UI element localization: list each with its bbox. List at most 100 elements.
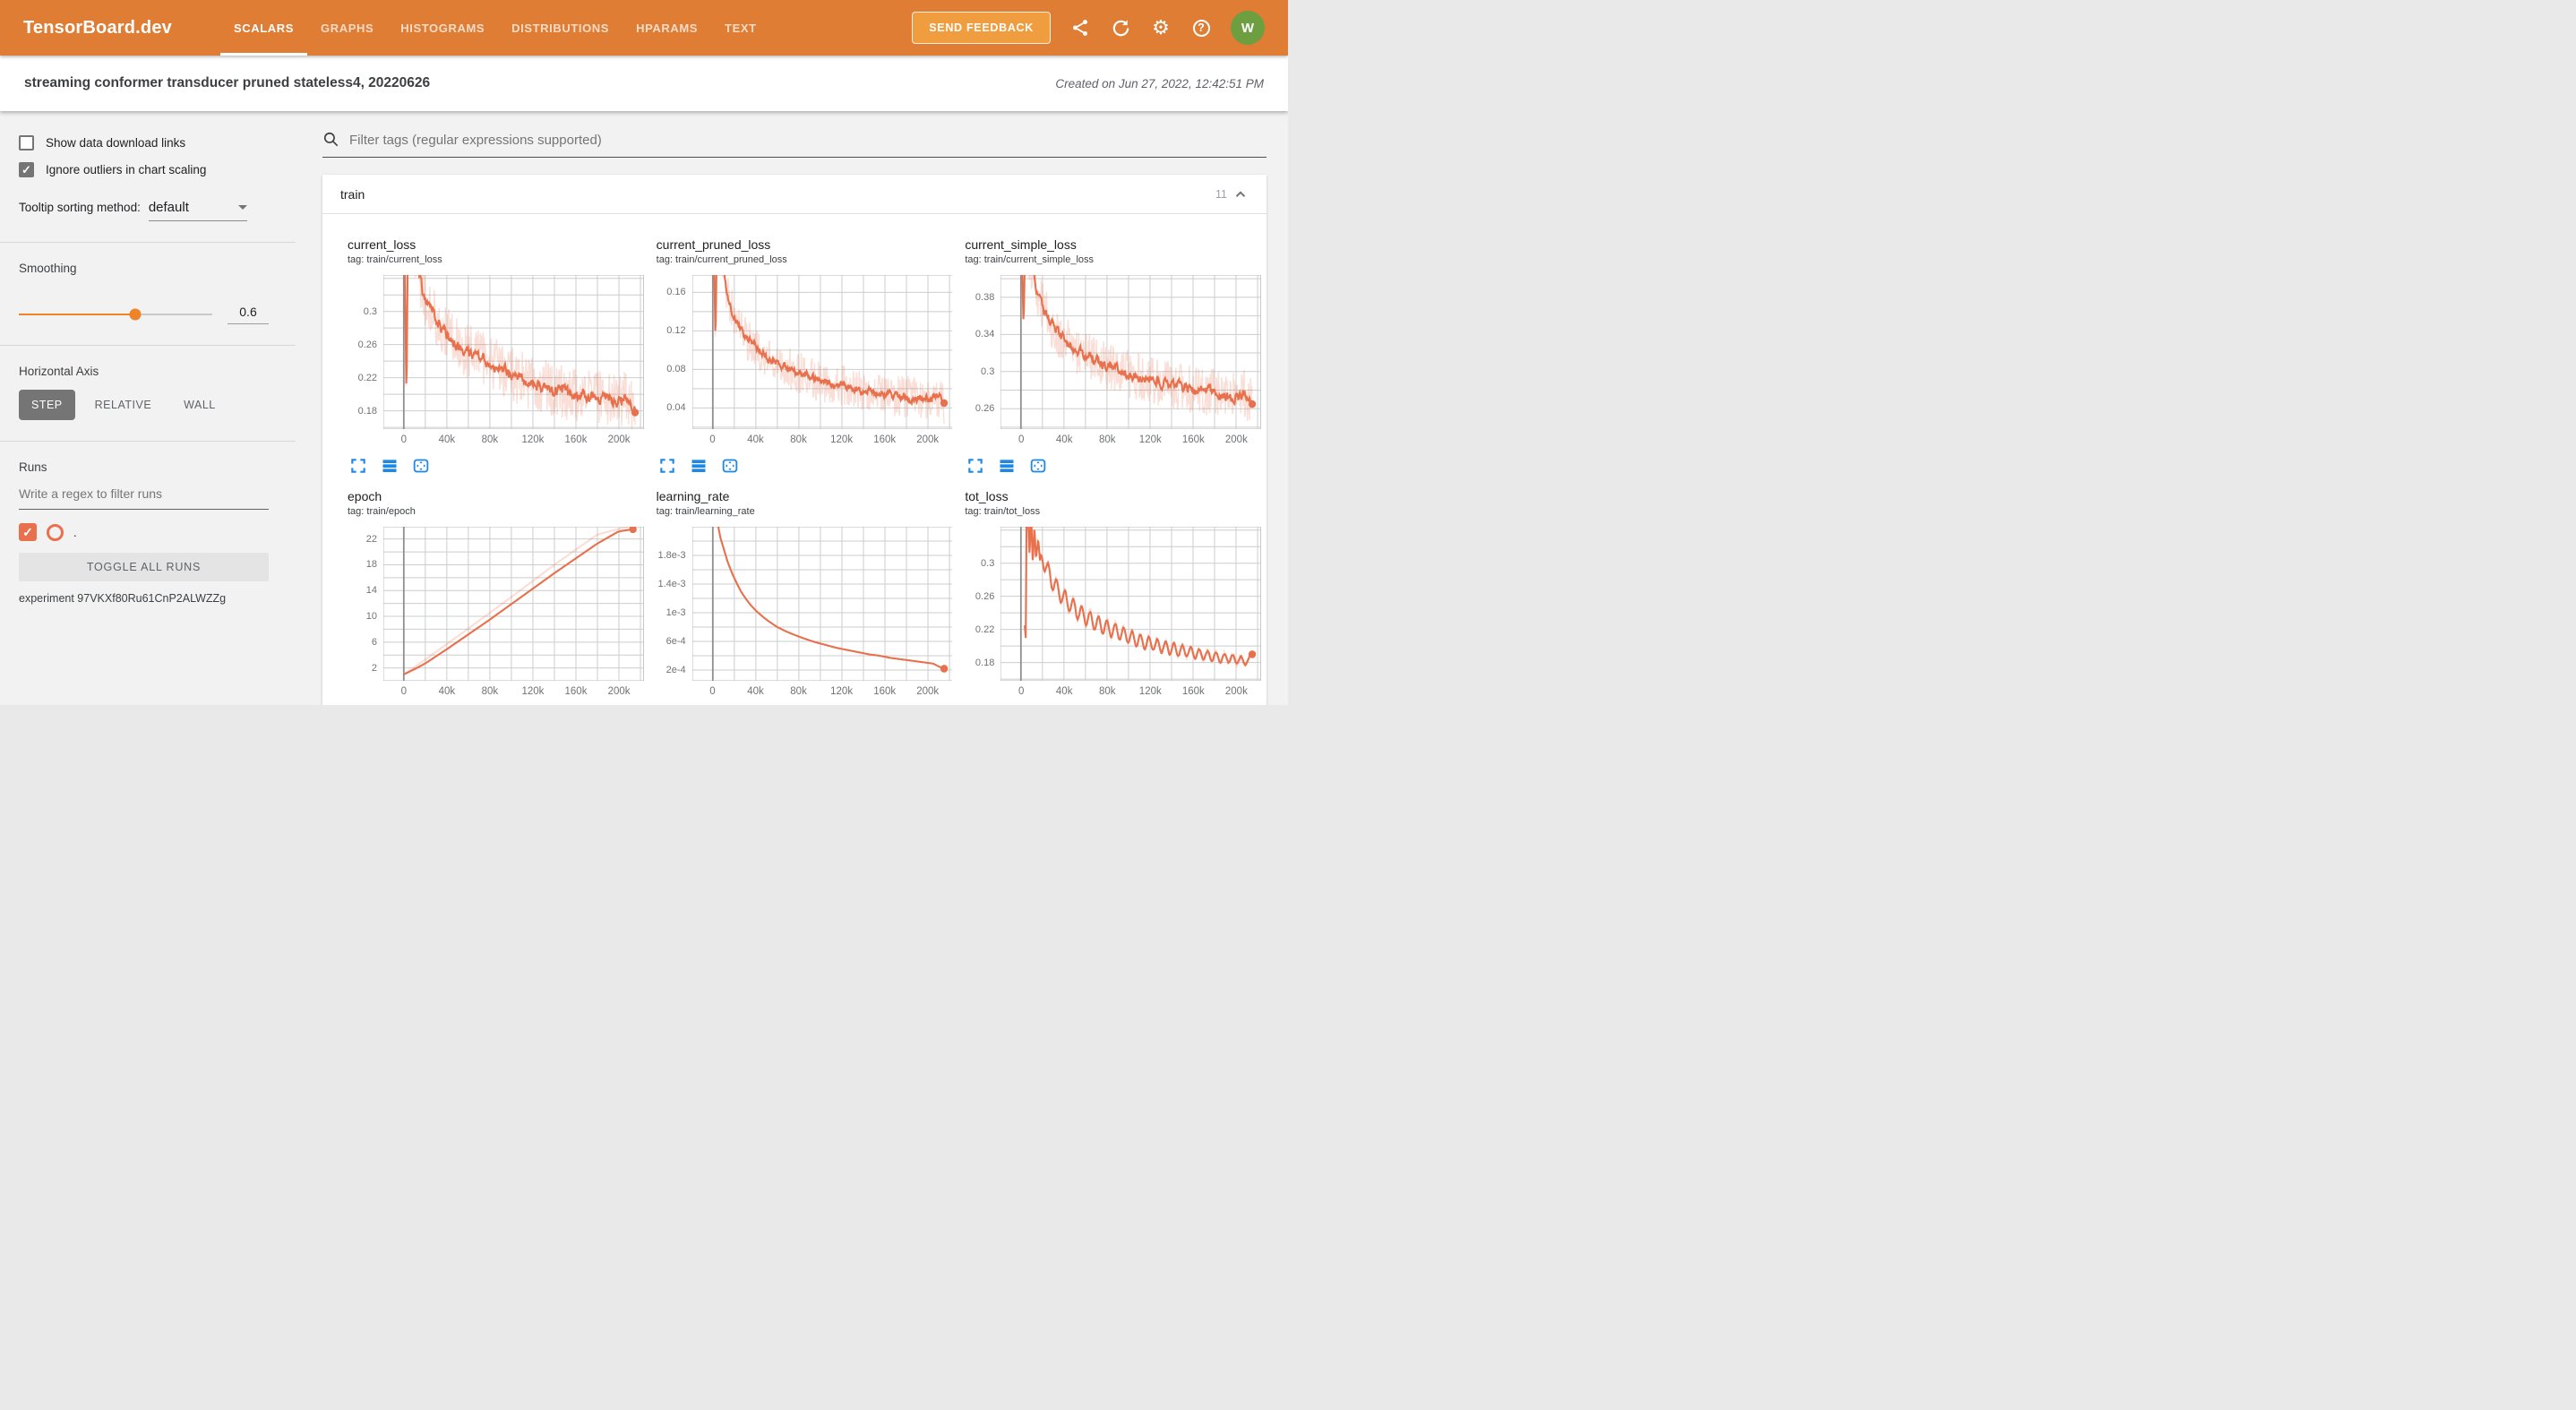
scalar-chart-card: current_simple_loss tag: train/current_s…: [965, 237, 1261, 475]
tab-graphs[interactable]: GRAPHS: [307, 0, 387, 56]
tab-scalars[interactable]: SCALARS: [220, 0, 307, 56]
tooltip-sorting-select[interactable]: default: [149, 200, 247, 221]
help-question-glyph: ?: [1193, 20, 1210, 37]
expand-chart-icon[interactable]: [966, 457, 984, 475]
smoothing-value[interactable]: 0.6: [228, 305, 269, 324]
filter-tags-row: [322, 131, 1267, 158]
chart-plot[interactable]: [692, 527, 953, 681]
expand-chart-icon[interactable]: [658, 457, 676, 475]
chart-title: current_pruned_loss: [657, 237, 953, 252]
run-checkbox[interactable]: ✓: [19, 523, 37, 541]
checkbox-checked-icon[interactable]: ✓: [19, 162, 34, 177]
y-tick-label: 6e-4: [666, 636, 686, 647]
series-end-dot: [1249, 400, 1256, 408]
toggle-all-runs-button[interactable]: TOGGLE ALL RUNS: [19, 553, 269, 581]
y-tick-label: 0.18: [975, 658, 994, 668]
fit-domain-icon[interactable]: [412, 457, 430, 475]
axis-option-relative[interactable]: RELATIVE: [82, 390, 165, 420]
tab-histograms[interactable]: HISTOGRAMS: [387, 0, 498, 56]
tab-text[interactable]: TEXT: [711, 0, 770, 56]
data-table-icon[interactable]: [690, 457, 708, 475]
header-actions: SEND FEEDBACK ⚙ ? W: [912, 0, 1265, 56]
fit-domain-icon[interactable]: [721, 457, 739, 475]
chart-plot[interactable]: [383, 275, 644, 429]
checkbox-unchecked-icon[interactable]: [19, 135, 34, 150]
x-tick-label: 80k: [790, 686, 807, 697]
scalar-chart-card: current_loss tag: train/current_loss 0.1…: [348, 237, 644, 475]
train-group-header[interactable]: train 11: [322, 175, 1267, 214]
experiment-titlebar: streaming conformer transducer pruned st…: [0, 56, 1288, 111]
selected-option: default: [149, 200, 189, 215]
refresh-icon[interactable]: [1110, 17, 1131, 39]
x-tick-label: 160k: [565, 686, 588, 697]
app-logo[interactable]: TensorBoard.dev: [23, 18, 172, 39]
x-tick-label: 200k: [1225, 686, 1248, 697]
chart-plot[interactable]: [383, 527, 644, 681]
y-tick-label: 0.3: [981, 366, 994, 377]
filter-tags-input[interactable]: [349, 133, 1267, 148]
x-tick-label: 160k: [565, 434, 588, 445]
x-tick-label: 200k: [916, 686, 939, 697]
x-tick-label: 0: [1018, 686, 1024, 697]
y-axis-labels: 2610141822: [348, 527, 383, 681]
axis-option-wall[interactable]: WALL: [171, 390, 228, 420]
y-tick-label: 22: [366, 534, 377, 545]
divider: [0, 441, 296, 442]
fit-domain-icon[interactable]: [1029, 457, 1047, 475]
smoothing-slider[interactable]: [19, 314, 212, 316]
y-tick-label: 0.12: [666, 325, 685, 336]
x-tick-label: 40k: [439, 686, 456, 697]
ignore-outliers-checkbox[interactable]: ✓ Ignore outliers in chart scaling: [19, 162, 269, 177]
x-tick-label: 200k: [1225, 434, 1248, 445]
x-tick-label: 80k: [482, 686, 499, 697]
x-tick-label: 40k: [1056, 434, 1073, 445]
y-tick-label: 0.04: [666, 402, 685, 413]
y-tick-label: 0.08: [666, 364, 685, 374]
chart-tag: tag: train/current_loss: [348, 254, 644, 265]
scalar-chart-card: tot_loss tag: train/tot_loss 0.180.220.2…: [965, 489, 1261, 705]
y-tick-label: 0.26: [975, 591, 994, 602]
chevron-up-icon[interactable]: [1232, 186, 1249, 202]
x-tick-label: 40k: [747, 434, 764, 445]
group-name: train: [340, 187, 365, 202]
runs-regex-input[interactable]: [19, 477, 269, 510]
tooltip-sorting-row: Tooltip sorting method: default: [19, 200, 269, 221]
data-table-icon[interactable]: [381, 457, 399, 475]
chart-plot[interactable]: [692, 275, 953, 429]
chart-tag: tag: train/current_pruned_loss: [657, 254, 953, 265]
tab-hparams[interactable]: HPARAMS: [623, 0, 711, 56]
smoothing-control: 0.6: [19, 305, 269, 324]
divider: [0, 345, 296, 346]
x-tick-label: 80k: [790, 434, 807, 445]
show-download-links-checkbox[interactable]: Show data download links: [19, 135, 269, 150]
train-group-card: train 11 current_loss tag: train/current…: [322, 175, 1267, 705]
scalar-chart-card: epoch tag: train/epoch 2610141822 040k80…: [348, 489, 644, 705]
y-tick-label: 0.26: [358, 340, 377, 350]
axis-option-step[interactable]: STEP: [19, 390, 75, 420]
smoothing-label: Smoothing: [19, 262, 269, 275]
y-tick-label: 1.4e-3: [657, 579, 685, 589]
group-count: 11: [1215, 188, 1227, 201]
x-axis-labels: 040k80k120k160k200k: [383, 434, 644, 448]
settings-gear-icon[interactable]: ⚙: [1150, 17, 1172, 39]
tab-distributions[interactable]: DISTRIBUTIONS: [498, 0, 623, 56]
experiment-id-text: experiment 97VKXf80Ru61CnP2ALWZZg: [19, 592, 269, 605]
share-icon[interactable]: [1069, 17, 1091, 39]
avatar[interactable]: W: [1231, 11, 1265, 45]
y-axis-labels: 2e-46e-41e-31.4e-31.8e-3: [657, 527, 692, 681]
y-tick-label: 1.8e-3: [657, 550, 685, 561]
chart-plot[interactable]: [1000, 275, 1261, 429]
y-tick-label: 6: [372, 637, 377, 648]
chart-plot[interactable]: [1000, 527, 1261, 681]
chart-title: current_simple_loss: [965, 237, 1261, 252]
y-tick-label: 0.18: [358, 406, 377, 417]
slider-thumb[interactable]: [129, 309, 141, 321]
expand-chart-icon[interactable]: [349, 457, 367, 475]
x-tick-label: 40k: [439, 434, 456, 445]
data-table-icon[interactable]: [998, 457, 1016, 475]
help-icon[interactable]: ?: [1190, 17, 1212, 39]
chart-title: learning_rate: [657, 489, 953, 503]
y-tick-label: 18: [366, 559, 377, 570]
x-tick-label: 120k: [521, 686, 544, 697]
send-feedback-button[interactable]: SEND FEEDBACK: [912, 12, 1051, 44]
